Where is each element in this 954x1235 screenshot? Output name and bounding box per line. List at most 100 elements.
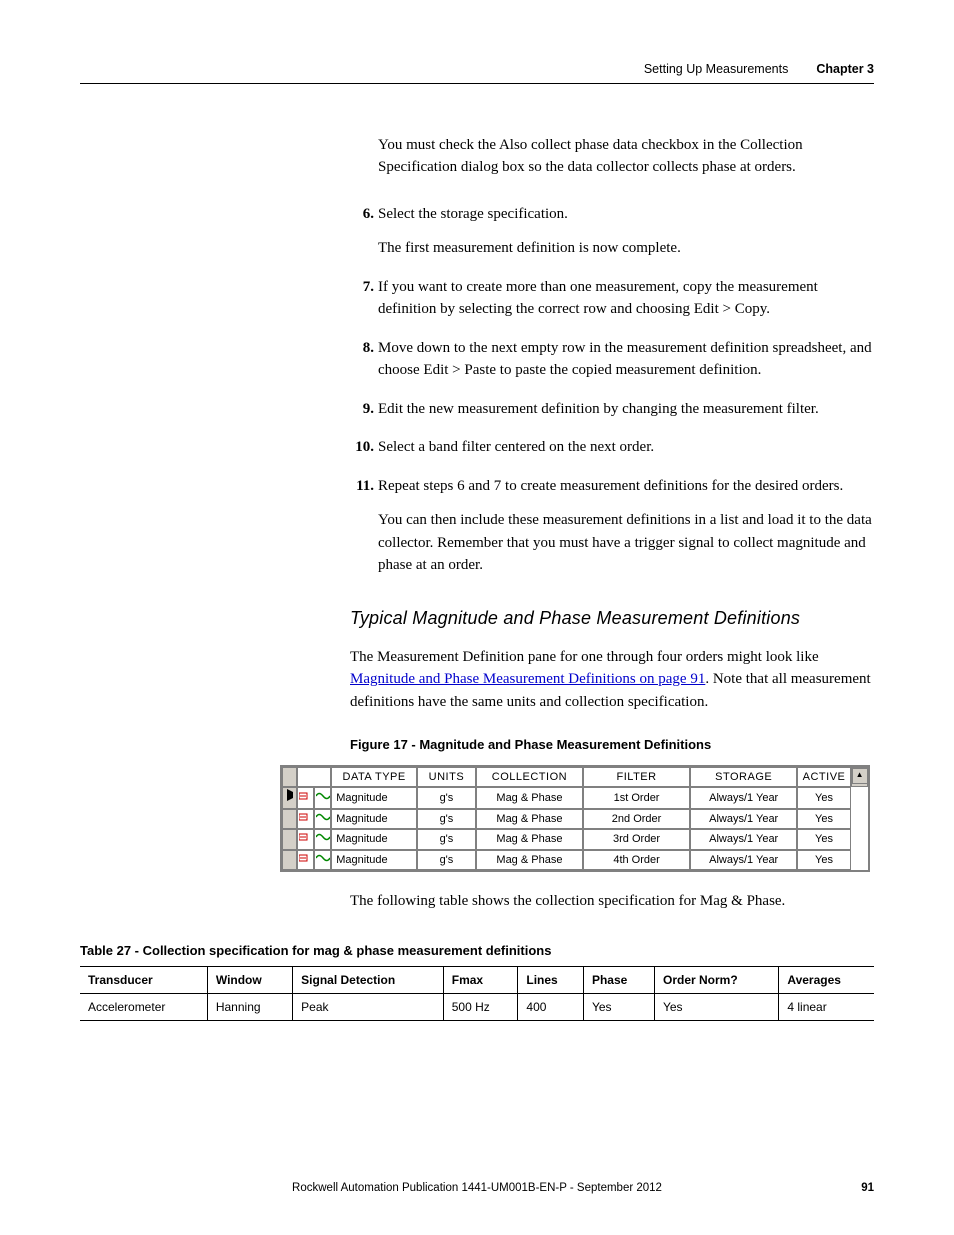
cell-datatype[interactable]: Magnitude [331,809,417,830]
cell-filter[interactable]: 4th Order [583,850,690,871]
cell-filter[interactable]: 1st Order [583,787,690,809]
signal-type-icon [297,829,314,850]
col-header-filter[interactable]: FILTER [583,767,690,788]
th-phase: Phase [583,967,654,994]
td-lines: 400 [518,994,584,1021]
grid-header-row: DATA TYPE UNITS COLLECTION FILTER STORAG… [282,767,868,788]
td-transducer: Accelerometer [80,994,207,1021]
step-followup: You can then include these measurement d… [378,509,874,577]
step-number: 10. [350,436,374,459]
td-signal-detection: Peak [293,994,444,1021]
cell-active[interactable]: Yes [797,829,851,850]
grid-row[interactable]: Magnitudeg'sMag & Phase3rd OrderAlways/1… [282,829,868,850]
cross-reference-link[interactable]: Magnitude and Phase Measurement Definiti… [350,671,705,687]
signal-type-icon [297,850,314,871]
subheading: Typical Magnitude and Phase Measurement … [350,605,874,632]
grid-corner [282,767,297,788]
step-number: 8. [350,337,374,360]
cell-storage[interactable]: Always/1 Year [690,809,797,830]
para-text: The Measurement Definition pane for one … [350,649,819,665]
cell-collection[interactable]: Mag & Phase [476,829,583,850]
col-header-storage[interactable]: STORAGE [690,767,797,788]
td-phase: Yes [583,994,654,1021]
waveform-icon [314,850,331,871]
scrollbar[interactable]: ▲ [851,767,868,788]
row-selector[interactable] [282,787,297,809]
cell-storage[interactable]: Always/1 Year [690,850,797,871]
waveform-icon [314,809,331,830]
cell-datatype[interactable]: Magnitude [331,829,417,850]
step-text: Select the storage specification. [378,203,874,226]
scroll-up-icon[interactable]: ▲ [852,768,868,784]
waveform-icon [314,829,331,850]
row-selector[interactable] [282,829,297,850]
cell-datatype[interactable]: Magnitude [331,850,417,871]
cell-filter[interactable]: 2nd Order [583,809,690,830]
signal-type-icon [297,787,314,809]
cell-units[interactable]: g's [417,829,476,850]
table-row: Accelerometer Hanning Peak 500 Hz 400 Ye… [80,994,874,1021]
grid-row[interactable]: Magnitudeg'sMag & Phase2nd OrderAlways/1… [282,809,868,830]
row-selector[interactable] [282,809,297,830]
cell-storage[interactable]: Always/1 Year [690,829,797,850]
cell-active[interactable]: Yes [797,787,851,809]
cell-active[interactable]: Yes [797,850,851,871]
step-11: 11. Repeat steps 6 and 7 to create measu… [350,475,874,577]
figure-caption: Figure 17 - Magnitude and Phase Measurem… [350,735,874,755]
row-selector[interactable] [282,850,297,871]
grid-row[interactable]: Magnitudeg'sMag & Phase1st OrderAlways/1… [282,787,868,809]
cell-datatype[interactable]: Magnitude [331,787,417,809]
step-10: 10. Select a band filter centered on the… [350,436,874,459]
col-header-datatype[interactable]: DATA TYPE [331,767,417,788]
step-text: Repeat steps 6 and 7 to create measureme… [378,475,874,498]
step-followup: The first measurement definition is now … [378,237,874,260]
step-number: 7. [350,276,374,299]
step-text: Move down to the next empty row in the m… [378,337,874,382]
step-6: 6. Select the storage specification. The… [350,203,874,260]
step-8: 8. Move down to the next empty row in th… [350,337,874,382]
step-number: 9. [350,398,374,421]
body-paragraph: The following table shows the collection… [350,890,874,913]
col-header-active[interactable]: ACTIVE [797,767,851,788]
col-header-units[interactable]: UNITS [417,767,476,788]
cell-collection[interactable]: Mag & Phase [476,850,583,871]
intro-paragraph: You must check the Also collect phase da… [378,134,874,179]
th-window: Window [207,967,292,994]
cell-storage[interactable]: Always/1 Year [690,787,797,809]
step-number: 11. [350,475,374,498]
th-order-norm: Order Norm? [654,967,778,994]
cell-units[interactable]: g's [417,787,476,809]
cell-collection[interactable]: Mag & Phase [476,787,583,809]
step-text: Edit the new measurement definition by c… [378,398,874,421]
grid-row[interactable]: Magnitudeg'sMag & Phase4th OrderAlways/1… [282,850,868,871]
cell-units[interactable]: g's [417,850,476,871]
page: Setting Up Measurements Chapter 3 You mu… [0,0,954,1235]
header-chapter: Chapter 3 [816,60,874,79]
page-number: 91 [861,1180,874,1197]
steps-list: 6. Select the storage specification. The… [350,203,874,577]
col-header-collection[interactable]: COLLECTION [476,767,583,788]
footer-text: Rockwell Automation Publication 1441-UM0… [292,1182,662,1194]
cell-collection[interactable]: Mag & Phase [476,809,583,830]
td-order-norm: Yes [654,994,778,1021]
th-transducer: Transducer [80,967,207,994]
cell-units[interactable]: g's [417,809,476,830]
waveform-icon [314,787,331,809]
page-header: Setting Up Measurements Chapter 3 [80,60,874,84]
grid-icon-header [297,767,331,788]
th-lines: Lines [518,967,584,994]
step-9: 9. Edit the new measurement definition b… [350,398,874,421]
step-text: Select a band filter centered on the nex… [378,436,874,459]
th-signal-detection: Signal Detection [293,967,444,994]
cell-filter[interactable]: 3rd Order [583,829,690,850]
td-window: Hanning [207,994,292,1021]
th-averages: Averages [779,967,874,994]
measurement-definition-grid[interactable]: DATA TYPE UNITS COLLECTION FILTER STORAG… [280,765,870,873]
main-content: You must check the Also collect phase da… [80,134,874,913]
table-27: Transducer Window Signal Detection Fmax … [80,966,874,1021]
step-number: 6. [350,203,374,226]
table-caption: Table 27 - Collection specification for … [80,941,874,961]
step-text: If you want to create more than one meas… [378,276,874,321]
cell-active[interactable]: Yes [797,809,851,830]
step-7: 7. If you want to create more than one m… [350,276,874,321]
